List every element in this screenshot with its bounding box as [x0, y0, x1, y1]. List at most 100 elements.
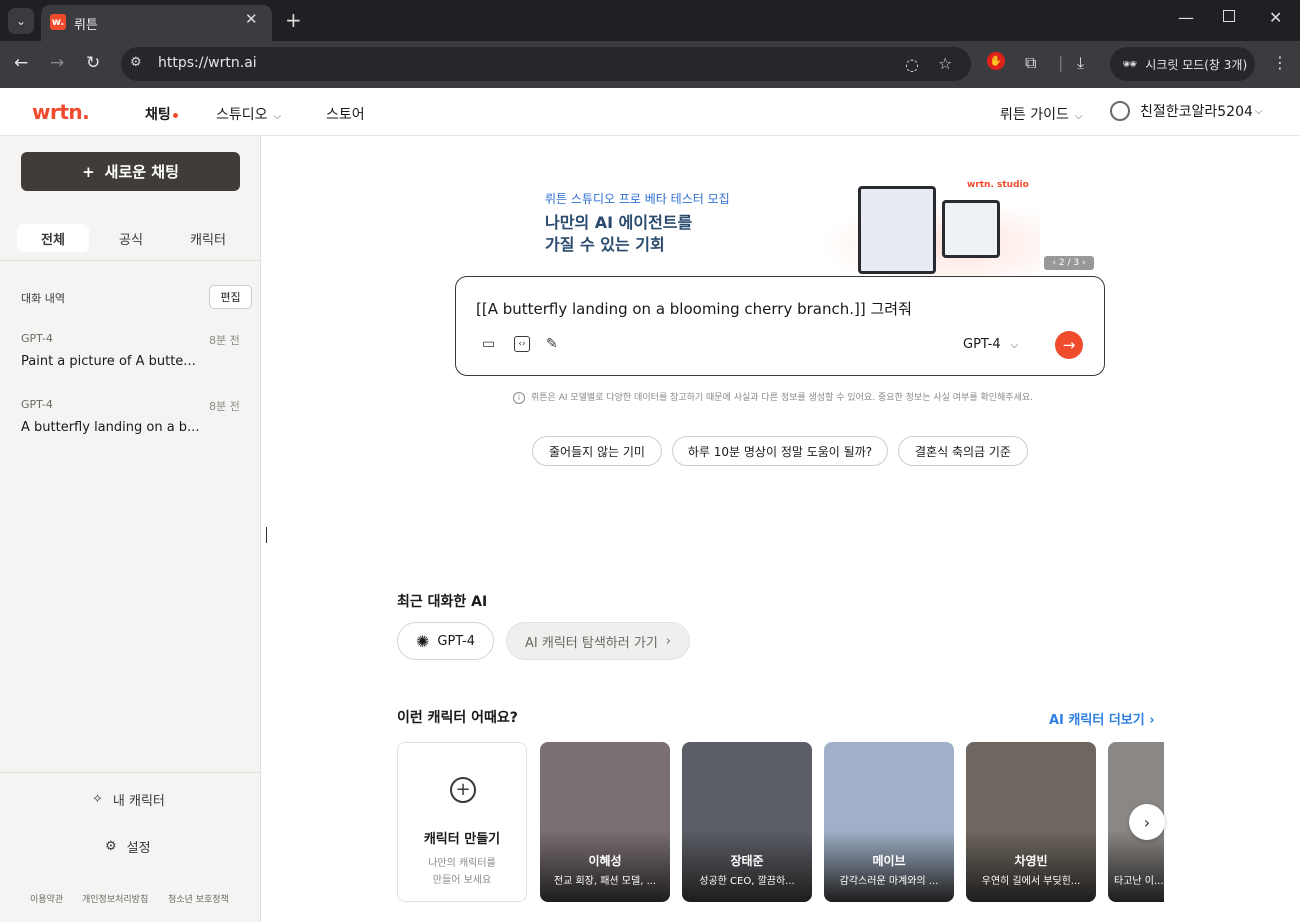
- sparkle-icon: ✧: [92, 792, 103, 807]
- browser-tab-bar: ⌄ w. 뤼튼 ✕ + — ✕: [0, 0, 1300, 41]
- chevron-down-icon: ⌵: [1074, 111, 1083, 122]
- guide-menu[interactable]: 뤼튼 가이드 ⌵: [1000, 104, 1082, 124]
- nav-studio-label: 스튜디오: [216, 107, 268, 123]
- disclaimer: i 뤼튼은 AI 모델별로 다양한 데이터를 참고하기 때문에 사실과 다른 정보…: [513, 390, 1033, 404]
- forward-icon[interactable]: →: [50, 53, 64, 73]
- browser-tab[interactable]: w. 뤼튼 ✕: [41, 5, 272, 41]
- recent-ai-gpt4[interactable]: ✺ GPT-4: [397, 622, 494, 660]
- banner-title[interactable]: 나만의 AI 에이전트를 가질 수 있는 기회: [545, 212, 692, 256]
- avatar-icon: [1110, 101, 1130, 121]
- create-character-desc: 만들어 보세요: [432, 875, 492, 886]
- create-character-title: 캐릭터 만들기: [423, 832, 501, 847]
- conversation-item[interactable]: A butterfly landing on a b...: [21, 420, 199, 435]
- gear-icon: ⚙: [105, 839, 117, 854]
- new-chat-label: 새로운 채팅: [104, 163, 179, 181]
- character-card[interactable]: 이혜성 전교 회장, 패션 모델, ...: [540, 742, 670, 902]
- wrtn-logo[interactable]: wrtn.: [32, 100, 90, 124]
- archive-icon[interactable]: ▭: [482, 336, 500, 354]
- laptop-illustration: [858, 186, 936, 274]
- suggestion-chip[interactable]: 줄어들지 않는 기미: [532, 436, 662, 466]
- filter-character[interactable]: 캐릭터: [172, 224, 244, 252]
- draw-icon[interactable]: ✎: [546, 336, 564, 354]
- extensions-puzzle-icon[interactable]: ⧉: [1025, 53, 1036, 73]
- eye-off-icon[interactable]: ◌: [905, 55, 919, 74]
- code-icon[interactable]: ‹›: [514, 336, 530, 352]
- terms-link[interactable]: 이용약관: [30, 892, 63, 905]
- address-bar[interactable]: ⚙ https://wrtn.ai ◌ ☆: [121, 47, 971, 81]
- filter-official[interactable]: 공식: [95, 224, 167, 252]
- create-character-card[interactable]: + 캐릭터 만들기 나만의 캐릭터를 만들어 보세요: [397, 742, 527, 902]
- new-chat-button[interactable]: + 새로운 채팅: [21, 152, 240, 191]
- wrtn-favicon-icon: w.: [50, 14, 66, 30]
- minimize-icon[interactable]: —: [1178, 8, 1194, 27]
- banner-subtitle: 뤼튼 스튜디오 프로 베타 테스터 모집: [545, 192, 730, 206]
- conversation-item[interactable]: Paint a picture of A butte...: [21, 354, 196, 369]
- character-desc: 전교 회장, 패션 모델, ...: [553, 876, 657, 887]
- nav-store[interactable]: 스토어: [326, 104, 365, 124]
- chat-input-box[interactable]: [[A butterfly landing on a blooming cher…: [455, 276, 1105, 376]
- conversation-time: 8분 전: [209, 400, 240, 413]
- settings-link[interactable]: ⚙ 설정: [105, 837, 151, 856]
- chat-input[interactable]: [[A butterfly landing on a blooming cher…: [476, 298, 912, 319]
- my-characters-label: 내 캐릭터: [112, 794, 165, 809]
- more-characters-link[interactable]: AI 캐릭터 더보기 ›: [1049, 709, 1155, 728]
- site-info-icon[interactable]: ⚙: [130, 55, 150, 73]
- divider: [0, 260, 260, 261]
- url-text: https://wrtn.ai: [158, 55, 257, 71]
- chevron-right-icon: ›: [1143, 812, 1151, 832]
- filter-all[interactable]: 전체: [17, 224, 89, 252]
- character-card[interactable]: 차영빈 우연히 길에서 부딪힌...: [966, 742, 1096, 902]
- extension-hand-icon[interactable]: ✋: [987, 52, 1005, 70]
- send-button[interactable]: →: [1055, 331, 1083, 359]
- user-menu[interactable]: 친절한코알라5204 ⌵: [1110, 101, 1263, 121]
- character-name: 장태준: [730, 854, 764, 868]
- tab-title: 뤼튼: [74, 18, 98, 33]
- model-selector[interactable]: GPT-4 ⌵: [963, 337, 1018, 352]
- character-name: 메이브: [872, 854, 906, 868]
- character-name: 차영빈: [1014, 854, 1048, 868]
- guide-label: 뤼튼 가이드: [1000, 107, 1069, 123]
- privacy-link[interactable]: 개인정보처리방침: [82, 892, 148, 905]
- wrtn-studio-logo: wrtn. studio: [967, 180, 1029, 190]
- youth-policy-link[interactable]: 청소년 보호정책: [168, 892, 229, 905]
- edit-history-button[interactable]: 편집: [209, 285, 252, 309]
- nav-studio[interactable]: 스튜디오 ⌵: [216, 104, 281, 124]
- chevron-right-icon: ›: [1149, 713, 1155, 728]
- banner-pager[interactable]: ‹ 2 / 3 ›: [1044, 256, 1094, 270]
- suggestion-chip[interactable]: 결혼식 축의금 기준: [898, 436, 1028, 466]
- maximize-icon[interactable]: [1223, 10, 1235, 22]
- chevron-right-icon: ›: [665, 633, 671, 649]
- toolbar-divider: |: [1058, 53, 1064, 72]
- character-desc: 성공한 CEO, 깔끔하...: [699, 876, 795, 887]
- plus-icon: +: [82, 162, 95, 181]
- incognito-badge[interactable]: 🕶 시크릿 모드(창 3개): [1110, 47, 1255, 81]
- character-card[interactable]: 장태준성공한 CEO, 깔끔하...: [682, 742, 812, 902]
- conversation-time: 8분 전: [209, 334, 240, 347]
- menu-kebab-icon[interactable]: ⋮: [1272, 53, 1288, 72]
- openai-icon: ✺: [415, 631, 430, 651]
- explore-label: AI 캐릭터 탐색하러 가기: [525, 635, 658, 651]
- carousel-next-button[interactable]: ›: [1129, 804, 1165, 840]
- my-characters-link[interactable]: ✧ 내 캐릭터: [92, 790, 165, 809]
- disclaimer-text: 뤼튼은 AI 모델별로 다양한 데이터를 참고하기 때문에 사실과 다른 정보를…: [531, 393, 1034, 403]
- close-tab-icon[interactable]: ✕: [245, 10, 258, 28]
- explore-characters-button[interactable]: AI 캐릭터 탐색하러 가기 ›: [506, 622, 690, 660]
- suggestion-chip[interactable]: 하루 10분 명상이 정말 도움이 될까?: [672, 436, 888, 466]
- tab-list-button[interactable]: ⌄: [8, 8, 34, 34]
- character-desc: 타고난 이...: [1114, 876, 1164, 887]
- download-icon[interactable]: ⤓: [1077, 53, 1084, 73]
- username: 친절한코알라5204: [1140, 104, 1253, 120]
- new-tab-button[interactable]: +: [285, 8, 302, 32]
- character-card[interactable]: 메이브 감각스러운 마계와의 ...: [824, 742, 954, 902]
- close-window-icon[interactable]: ✕: [1269, 8, 1282, 27]
- reload-icon[interactable]: ↻: [86, 53, 100, 73]
- settings-label: 설정: [126, 841, 151, 856]
- add-circle-icon: +: [450, 777, 476, 803]
- back-icon[interactable]: ←: [14, 53, 28, 73]
- nav-chat[interactable]: 채팅: [145, 104, 178, 124]
- divider: [0, 772, 260, 773]
- chevron-down-icon: ⌵: [1254, 105, 1263, 117]
- bookmark-star-icon[interactable]: ☆: [938, 54, 952, 73]
- recent-ai-title: 최근 대화한 AI: [397, 594, 488, 610]
- model-label: GPT-4: [963, 337, 1001, 352]
